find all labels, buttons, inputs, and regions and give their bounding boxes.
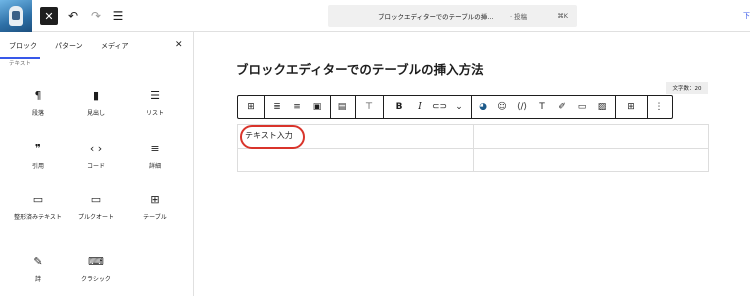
block-inserter-panel: ブロック パターン メディア ✕ テキスト ¶ 段落 ▮ 見出し ☰ リスト ❞… [0,32,194,296]
toolbar-divider [615,96,616,118]
block-item-label: 見出し [86,110,105,117]
table-icon: ⊞ [150,193,160,206]
table-icon[interactable]: ⊞ [244,101,258,114]
paragraph-icon: ¶ [34,89,42,102]
close-icon[interactable]: ✕ [40,7,58,25]
block-item-label: 詩 [34,276,41,283]
tab-media[interactable]: メディア [101,41,129,51]
block-item-code[interactable]: ‹ › コード [66,141,126,171]
quote-icon: ❞ [35,142,41,155]
close-icon[interactable]: ✕ [175,40,183,50]
toolbar-divider [471,96,472,118]
align-center-icon[interactable]: ≣ [270,101,284,114]
tab-patterns[interactable]: パターン [55,41,83,51]
list-view-icon[interactable]: ☰ [109,7,127,25]
site-icon[interactable] [0,0,32,32]
highlight-icon[interactable]: ◕ [476,101,490,114]
block-item-label: 段落 [31,110,44,117]
top-right-link[interactable]: 下 [743,11,750,21]
code-icon: ‹ › [89,142,103,155]
table-edit-icon[interactable]: ⊤ [362,101,376,114]
bold-icon[interactable]: B [392,101,406,114]
block-toolbar: ⊞ ≣ ≡ ▣ ▤ ⊤ B I ⊂⊃ ⌄ ◕ ☺ ⟨/⟩ T ✐ ▭ ▨ ⊞ ⋮ [237,95,673,119]
block-item-details[interactable]: ≡ 詳細 [125,141,185,171]
inline-code-icon[interactable]: ⟨/⟩ [515,101,529,114]
table-row-divider [238,148,708,149]
font-size-icon[interactable]: T [535,101,549,114]
annotation-highlight-circle [240,125,305,149]
block-item-label: 引用 [31,163,44,170]
command-post-type: · 投稿 [510,13,528,21]
table-block[interactable] [237,124,709,172]
inserter-tabs: ブロック パターン メディア ✕ [0,32,193,59]
block-item-label: リスト [145,110,164,117]
block-item-quote[interactable]: ❞ 引用 [8,141,68,171]
command-title: ブロックエディターでのテーブルの挿... [378,13,494,21]
block-item-label: クラシック [81,276,111,283]
pullquote-icon: ▭ [90,193,102,206]
background-pattern-icon[interactable]: ▨ [595,101,609,114]
block-item-list[interactable]: ☰ リスト [125,88,185,118]
block-item-label: 整形済みテキスト [14,214,62,221]
block-item-heading[interactable]: ▮ 見出し [66,88,126,118]
emoji-icon[interactable]: ☺ [495,101,509,114]
command-shortcut: ⌘K [557,12,568,20]
device-preview-icon[interactable]: ▤ [335,101,349,114]
toolbar-divider [330,96,331,118]
undo-icon[interactable]: ↶ [64,7,82,25]
italic-icon[interactable]: I [413,101,427,114]
verse-icon: ✎ [33,255,43,268]
block-item-pullquote[interactable]: ▭ プルクオート [66,192,126,222]
block-item-verse[interactable]: ✎ 詩 [8,254,68,284]
block-item-classic[interactable]: ⌨ クラシック [66,254,126,284]
block-item-preformatted[interactable]: ▭ 整形済みテキスト [8,192,68,222]
classic-icon: ⌨ [88,255,104,268]
tab-blocks[interactable]: ブロック [9,41,37,51]
border-icon[interactable]: ▭ [575,101,589,114]
toolbar-divider [383,96,384,118]
redo-icon[interactable]: ↷ [87,7,105,25]
table-layout-icon[interactable]: ⊞ [624,101,638,114]
block-item-label: プルクオート [77,214,114,221]
toolbar-divider [264,96,265,118]
post-title[interactable]: ブロックエディターでのテーブルの挿入方法 [236,59,484,78]
section-title: テキスト [9,61,31,67]
block-item-label: テーブル [143,214,167,221]
block-item-label: コード [86,163,105,170]
word-count-badge: 文字数：20 [666,82,708,94]
toolbar-divider [355,96,356,118]
block-item-table[interactable]: ⊞ テーブル [125,192,185,222]
details-icon: ≡ [150,142,160,155]
block-item-paragraph[interactable]: ¶ 段落 [8,88,68,118]
command-palette-bar[interactable]: ブロックエディターでのテーブルの挿... · 投稿 ⌘K [328,5,577,27]
heading-icon: ▮ [92,89,100,102]
chevron-down-icon[interactable]: ⌄ [452,101,466,114]
marker-icon[interactable]: ✐ [555,101,569,114]
preformatted-icon: ▭ [32,193,44,206]
block-item-label: 詳細 [148,163,161,170]
site-icon-figure-detail [12,11,20,20]
more-options-icon[interactable]: ⋮ [652,101,666,114]
align-left-icon[interactable]: ≡ [290,101,304,114]
toolbar-divider [647,96,648,118]
list-icon: ☰ [150,89,160,102]
full-width-icon[interactable]: ▣ [310,101,324,114]
top-toolbar: ✕ ↶ ↷ ☰ ブロックエディターでのテーブルの挿... · 投稿 ⌘K 下 [0,0,750,32]
link-icon[interactable]: ⊂⊃ [432,101,447,114]
